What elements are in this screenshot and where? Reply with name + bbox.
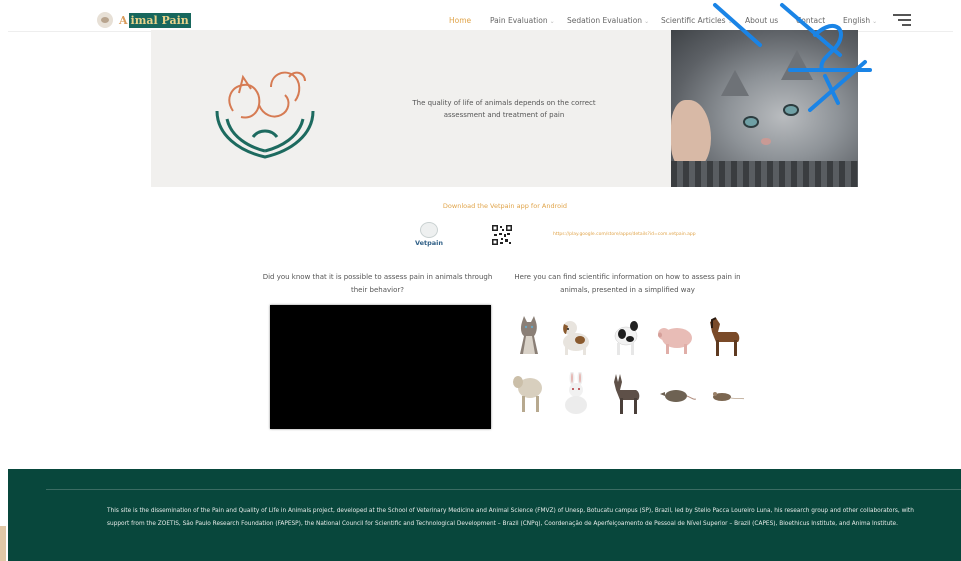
donkey-icon: [614, 374, 640, 414]
donkey-species-link[interactable]: [606, 372, 646, 416]
nav-contact[interactable]: Contact: [796, 16, 825, 25]
cow-icon: [614, 321, 638, 355]
cow-species-link[interactable]: [606, 314, 646, 358]
scientific-info-text: Here you can find scientific information…: [514, 273, 741, 294]
horse-species-link[interactable]: [704, 314, 744, 358]
sheep-icon: [513, 376, 542, 412]
cat-species-link[interactable]: [508, 314, 548, 358]
download-app-title: Download the Vetpain app for Android: [442, 202, 568, 210]
embedded-video-player[interactable]: [270, 305, 491, 429]
chevron-down-icon: ⌄: [644, 18, 650, 25]
footer-divider: [46, 489, 961, 490]
mouse-species-link[interactable]: [704, 372, 744, 416]
paw-logo-icon: [97, 12, 113, 28]
site-footer: This site is the dissemination of the Pa…: [8, 469, 961, 561]
cat-icon: [520, 316, 538, 354]
nav-home-label: Home: [449, 16, 472, 25]
horse-icon: [710, 317, 740, 356]
language-selector-label: English: [843, 16, 871, 25]
animal-species-grid: [506, 310, 756, 430]
nav-pain-evaluation-label: Pain Evaluation: [490, 16, 548, 25]
qr-code-icon: [492, 225, 512, 245]
pig-icon: [658, 328, 692, 354]
behavior-question: Did you know that it is possible to asse…: [262, 273, 493, 294]
rat-species-link[interactable]: [656, 372, 696, 416]
rabbit-icon: [565, 372, 587, 414]
pig-species-link[interactable]: [656, 314, 696, 358]
vetpain-logo-icon: [420, 222, 438, 238]
chevron-down-icon: ⌄: [549, 18, 555, 25]
site-logo[interactable]: A imal Pain: [97, 12, 191, 28]
logo-text: imal Pain: [128, 12, 191, 28]
rat-icon: [660, 390, 696, 402]
chevron-down-icon: ⌄: [872, 18, 878, 25]
play-store-link[interactable]: https://play.google.com/store/apps/detai…: [553, 232, 696, 237]
nav-sedation-evaluation[interactable]: Sedation Evaluation ⌄: [567, 16, 649, 25]
nav-contact-label: Contact: [796, 16, 826, 25]
rabbit-species-link[interactable]: [556, 372, 596, 416]
vetpain-logo-label: Vetpain: [414, 239, 444, 247]
nav-scientific-articles-label: Scientific Articles: [661, 16, 726, 25]
dog-icon: [563, 321, 589, 355]
language-selector[interactable]: English ⌄: [843, 16, 877, 25]
sheep-species-link[interactable]: [508, 372, 548, 416]
nav-sedation-evaluation-label: Sedation Evaluation: [567, 16, 643, 25]
hamburger-menu-icon[interactable]: [893, 14, 911, 26]
dog-species-link[interactable]: [556, 314, 596, 358]
nav-about-us[interactable]: About us: [745, 16, 778, 25]
nav-scientific-articles[interactable]: Scientific Articles ⌄: [661, 16, 733, 25]
hero-banner: The quality of life of animals depends o…: [151, 30, 858, 187]
logo-initial: A: [119, 13, 128, 27]
nav-about-us-label: About us: [745, 16, 779, 25]
footer-description: This site is the dissemination of the Pa…: [107, 508, 914, 527]
nav-home[interactable]: Home: [449, 16, 471, 25]
hero-tagline: The quality of life of animals depends o…: [412, 99, 596, 119]
nav-pain-evaluation[interactable]: Pain Evaluation ⌄: [490, 16, 555, 25]
hero-cat-photo: [671, 30, 858, 187]
chevron-down-icon: ⌄: [727, 18, 733, 25]
animal-heart-logo-icon: [215, 71, 315, 159]
left-edge-decoration: [0, 526, 6, 561]
vetpain-app-logo[interactable]: Vetpain: [414, 222, 444, 247]
mouse-icon: [713, 392, 744, 401]
